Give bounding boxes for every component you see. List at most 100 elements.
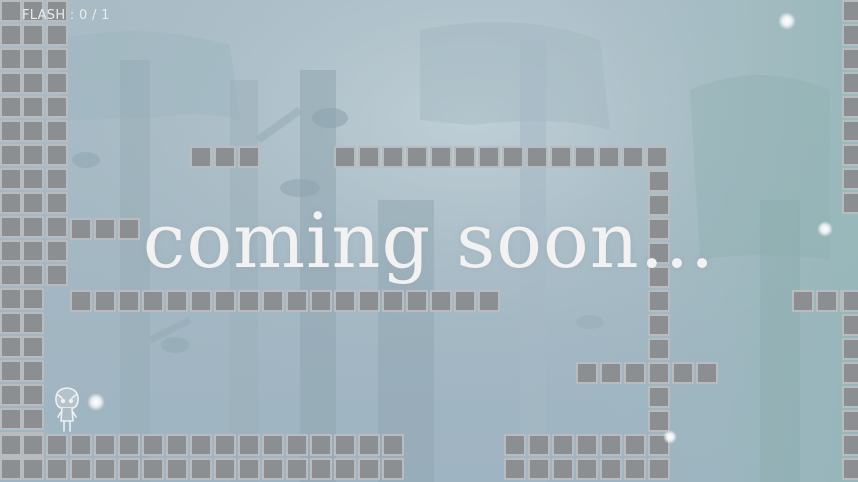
wall-tile xyxy=(454,290,476,312)
wall-tile xyxy=(478,290,500,312)
wall-tile xyxy=(0,434,22,456)
wall-tile xyxy=(842,290,858,312)
wall-tile xyxy=(22,96,44,118)
wall-tile xyxy=(118,434,140,456)
wall-tile xyxy=(22,458,44,480)
wall-tile xyxy=(0,458,22,480)
wall-tile xyxy=(286,458,308,480)
wall-tile xyxy=(552,458,574,480)
wall-tile xyxy=(504,434,526,456)
wall-tile xyxy=(406,146,428,168)
wall-tile xyxy=(842,314,858,336)
wall-tile xyxy=(382,434,404,456)
wall-tile xyxy=(842,168,858,190)
wall-tile xyxy=(430,290,452,312)
wall-tile xyxy=(842,362,858,384)
wall-tile xyxy=(842,458,858,480)
wall-tile xyxy=(792,290,814,312)
wall-tile xyxy=(842,48,858,70)
flash-counter: FLASH : 0 / 1 xyxy=(22,8,110,23)
wall-tile xyxy=(816,290,838,312)
wall-tile xyxy=(118,458,140,480)
wall-tile xyxy=(648,338,670,360)
wall-tile xyxy=(502,146,524,168)
wall-tile xyxy=(552,434,574,456)
wall-tile xyxy=(842,434,858,456)
wall-tile xyxy=(262,458,284,480)
wall-tile xyxy=(576,434,598,456)
wall-tile xyxy=(214,434,236,456)
wall-tile xyxy=(238,434,260,456)
wall-tile xyxy=(94,290,116,312)
wall-tile xyxy=(46,434,68,456)
wall-tile xyxy=(286,290,308,312)
wall-tile xyxy=(648,410,670,432)
wall-tile xyxy=(46,144,68,166)
wall-tile xyxy=(624,458,646,480)
wall-tile xyxy=(286,434,308,456)
wall-tile xyxy=(334,458,356,480)
wall-tile xyxy=(190,146,212,168)
wall-tile xyxy=(574,146,596,168)
wall-tile xyxy=(166,290,188,312)
wall-tile xyxy=(358,290,380,312)
wall-tile xyxy=(0,168,22,190)
wall-tile xyxy=(214,458,236,480)
wall-tile xyxy=(334,146,356,168)
wall-tile xyxy=(94,434,116,456)
wall-tile xyxy=(22,144,44,166)
wall-tile xyxy=(190,458,212,480)
player-character-icon xyxy=(55,387,79,432)
wall-tile xyxy=(0,288,22,310)
wall-tile xyxy=(46,72,68,94)
wall-tile xyxy=(598,146,620,168)
wall-tile xyxy=(842,338,858,360)
wall-tile xyxy=(842,24,858,46)
wall-tile xyxy=(238,290,260,312)
wall-tile xyxy=(46,48,68,70)
wall-tile xyxy=(622,146,644,168)
wall-tile xyxy=(648,386,670,408)
wall-tile xyxy=(214,290,236,312)
wall-tile xyxy=(22,360,44,382)
wall-tile xyxy=(646,146,668,168)
wall-tile xyxy=(70,458,92,480)
wall-tile xyxy=(166,458,188,480)
light-orb-icon xyxy=(663,430,677,444)
wall-tile xyxy=(842,0,858,22)
wall-tile xyxy=(310,434,332,456)
wall-tile xyxy=(22,168,44,190)
wall-tile xyxy=(70,434,92,456)
wall-tile xyxy=(46,120,68,142)
wall-tile xyxy=(214,146,236,168)
wall-tile xyxy=(190,290,212,312)
wall-tile xyxy=(0,312,22,334)
wall-tile xyxy=(142,434,164,456)
wall-tile xyxy=(696,362,718,384)
wall-tile xyxy=(46,24,68,46)
wall-tile xyxy=(22,336,44,358)
wall-tile xyxy=(22,120,44,142)
wall-tile xyxy=(334,434,356,456)
wall-tile xyxy=(0,144,22,166)
wall-tile xyxy=(842,72,858,94)
wall-tile xyxy=(672,362,694,384)
wall-tile xyxy=(526,146,548,168)
wall-tile xyxy=(528,434,550,456)
wall-tile xyxy=(46,458,68,480)
wall-tile xyxy=(22,312,44,334)
wall-tile xyxy=(648,290,670,312)
wall-tile xyxy=(166,434,188,456)
wall-tile xyxy=(46,168,68,190)
wall-tile xyxy=(504,458,526,480)
wall-tile xyxy=(842,96,858,118)
wall-tile xyxy=(382,458,404,480)
wall-tile xyxy=(0,408,22,430)
wall-tile xyxy=(576,362,598,384)
wall-tile xyxy=(648,362,670,384)
wall-tile xyxy=(624,362,646,384)
wall-tile xyxy=(0,0,22,22)
wall-tile xyxy=(22,72,44,94)
wall-tile xyxy=(262,434,284,456)
wall-tile xyxy=(22,434,44,456)
